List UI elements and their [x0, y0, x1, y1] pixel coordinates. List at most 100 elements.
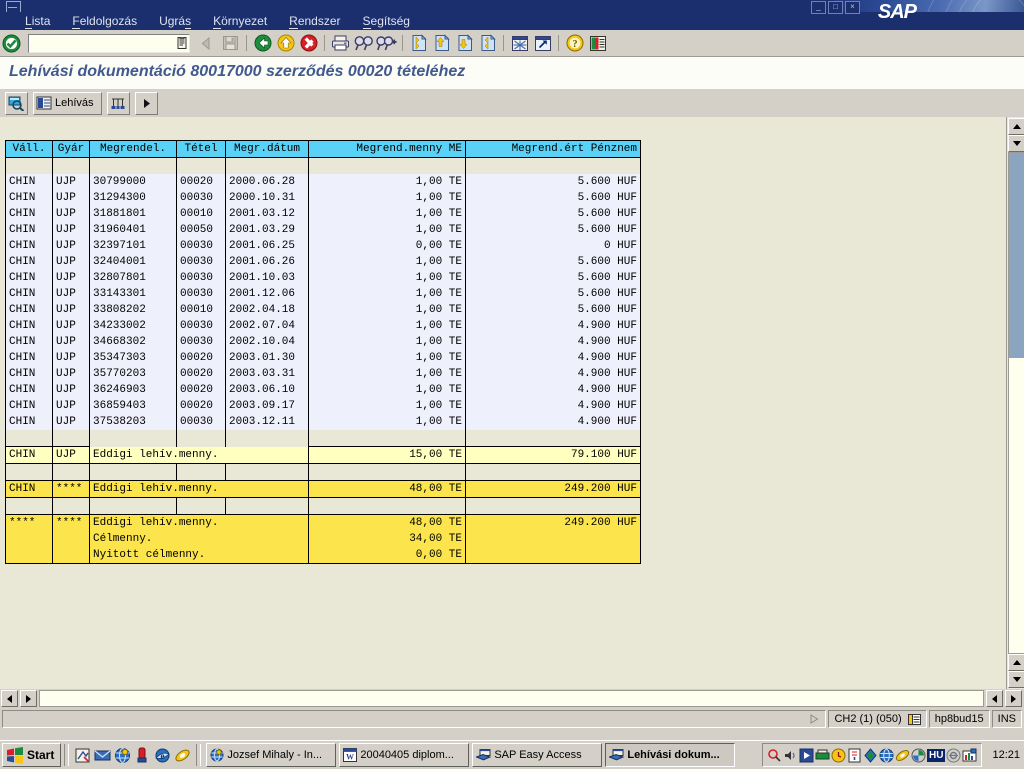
media-icon[interactable]	[134, 747, 151, 764]
col-header-gyar[interactable]: Gyár	[52, 140, 90, 158]
taskbtn-word-doc[interactable]: W 20040405 diplom...	[339, 743, 470, 767]
scroll-down-button[interactable]	[1008, 671, 1024, 688]
tray-shield-icon[interactable]	[911, 748, 926, 763]
scroll-page-down-button[interactable]	[1008, 654, 1024, 671]
grand-total-row[interactable]: Nyitott célmenny. 0,00 TE	[5, 547, 641, 564]
tray-network-icon[interactable]	[863, 747, 878, 763]
status-expand-icon[interactable]	[810, 714, 819, 724]
vertical-scroll-track[interactable]	[1008, 152, 1024, 654]
col-header-menny[interactable]: Megrend.menny ME	[308, 140, 466, 158]
netscape-icon[interactable]	[174, 747, 191, 764]
table-row[interactable]: CHIN UJP 35347303 00020 2003.01.30 1,00 TE 4.9…	[5, 350, 641, 366]
horizontal-scrollbar[interactable]	[0, 689, 1024, 708]
tray-printer-icon[interactable]	[815, 748, 830, 763]
scroll-page-up-button[interactable]	[1008, 135, 1024, 152]
horizontal-scroll-track[interactable]	[39, 690, 984, 707]
table-row[interactable]: CHIN UJP 31881801 00010 2001.03.12 1,00 TE 5.6…	[5, 206, 641, 222]
tray-clock-app-icon[interactable]	[831, 748, 846, 763]
table-row[interactable]: CHIN UJP 33808202 00010 2002.04.18 1,00 TE 5.6…	[5, 302, 641, 318]
command-field[interactable]	[28, 33, 190, 53]
tray-notes-icon[interactable]	[847, 748, 862, 763]
find-icon[interactable]	[353, 33, 374, 53]
col-header-ertek[interactable]: Megrend.ért Pénznem	[465, 140, 641, 158]
table-row[interactable]: CHIN UJP 33143301 00030 2001.12.06 1,00 TE 5.6…	[5, 286, 641, 302]
vertical-scrollbar[interactable]	[1006, 117, 1024, 689]
last-page-icon[interactable]	[477, 33, 498, 53]
menu-item-lista[interactable]: Lista	[14, 14, 61, 29]
grand-total-row[interactable]: **** **** Eddigi lehív.menny. 48,00 TE 249.2…	[5, 514, 641, 531]
table-row[interactable]: CHIN UJP 37538203 00030 2003.12.11 1,00 TE 4.9…	[5, 414, 641, 430]
tray-disabled-icon[interactable]	[946, 748, 961, 763]
table-row[interactable]: CHIN UJP 32807801 00030 2001.10.03 1,00 TE 5.6…	[5, 270, 641, 286]
tray-globe-icon[interactable]	[879, 748, 894, 763]
status-host-field[interactable]: hp8bud15	[928, 710, 990, 728]
menu-item-ugras[interactable]: Ugrás	[148, 14, 202, 29]
table-row[interactable]: CHIN UJP 34233002 00030 2002.07.04 1,00 TE 4.9…	[5, 318, 641, 334]
browser-globe-icon[interactable]	[114, 747, 131, 764]
status-servers-icon[interactable]	[907, 713, 921, 725]
tray-comet-icon[interactable]	[895, 748, 910, 763]
table-row[interactable]: CHIN UJP 34668302 00030 2002.10.04 1,00 TE 4.9…	[5, 334, 641, 350]
taskbtn-lehivasi-dokum[interactable]: Lehívási dokum...	[605, 743, 736, 767]
tray-chart-icon[interactable]	[962, 748, 977, 763]
subtotal-row-plant[interactable]: CHIN UJP Eddigi lehív.menny. 15,00 TE 79.100…	[5, 446, 641, 464]
status-system-field[interactable]: CH2 (1) (050)	[828, 710, 927, 728]
lehivas-button[interactable]: Lehívás	[33, 91, 102, 115]
back-green-icon[interactable]	[252, 33, 273, 53]
minimize-button[interactable]: _	[811, 1, 826, 14]
exit-yellow-icon[interactable]	[275, 33, 296, 53]
table-row[interactable]: CHIN UJP 32404001 00030 2001.06.26 1,00 TE 5.6…	[5, 254, 641, 270]
internet-explorer-icon[interactable]: e	[154, 747, 171, 764]
cancel-red-icon[interactable]	[298, 33, 319, 53]
tray-media-play-icon[interactable]	[799, 748, 814, 763]
vertical-scroll-thumb[interactable]	[1009, 153, 1024, 358]
table-row[interactable]: CHIN UJP 32397101 00030 2001.06.25 0,00 TE 0 H…	[5, 238, 641, 254]
scroll-page-right-button[interactable]	[986, 690, 1003, 707]
col-header-megrendel[interactable]: Megrendel.	[89, 140, 177, 158]
scroll-up-button[interactable]	[1008, 118, 1024, 135]
col-header-tetel[interactable]: Tétel	[176, 140, 226, 158]
menu-item-rendszer[interactable]: Rendszer	[278, 14, 351, 29]
new-session-icon[interactable]	[509, 33, 530, 53]
first-page-icon[interactable]	[408, 33, 429, 53]
tray-magnifier-icon[interactable]	[767, 748, 782, 763]
scroll-page-left-button[interactable]	[20, 690, 37, 707]
table-row[interactable]: CHIN UJP 30799000 00020 2000.06.28 1,00 TE 5.6…	[5, 174, 641, 190]
table-row[interactable]: CHIN UJP 31960401 00050 2001.03.29 1,00 TE 5.6…	[5, 222, 641, 238]
col-header-vall[interactable]: Váll.	[5, 140, 53, 158]
table-row[interactable]: CHIN UJP 36859403 00020 2003.09.17 1,00 TE 4.9…	[5, 398, 641, 414]
mail-icon[interactable]	[94, 747, 111, 764]
print-icon[interactable]	[330, 33, 351, 53]
taskbtn-sap-easy-access[interactable]: SAP Easy Access	[472, 743, 603, 767]
tray-volume-icon[interactable]	[783, 748, 798, 763]
prev-page-icon[interactable]	[431, 33, 452, 53]
table-row[interactable]: CHIN UJP 35770203 00020 2003.03.31 1,00 TE 4.9…	[5, 366, 641, 382]
table-row[interactable]: CHIN UJP 31294300 00030 2000.10.31 1,00 TE 5.6…	[5, 190, 641, 206]
scroll-right-button[interactable]	[1005, 690, 1022, 707]
taskbar-clock[interactable]: 12:21	[984, 749, 1024, 761]
command-input[interactable]	[29, 35, 171, 51]
command-history-icon[interactable]	[177, 36, 187, 49]
detail-button[interactable]	[5, 91, 28, 115]
find-next-icon[interactable]	[376, 33, 397, 53]
show-desktop-icon[interactable]	[74, 747, 91, 764]
table-row[interactable]: CHIN UJP 36246903 00020 2003.06.10 1,00 TE 4.9…	[5, 382, 641, 398]
status-insert-mode[interactable]: INS	[991, 710, 1022, 728]
subtotal-row-company[interactable]: CHIN **** Eddigi lehív.menny. 48,00 TE 249.2…	[5, 480, 641, 498]
tray-language-hu-icon[interactable]: HU	[927, 748, 946, 762]
menu-item-segitseg[interactable]: Segítség	[352, 14, 421, 29]
menu-item-kornyezet[interactable]: Környezet	[202, 14, 278, 29]
grand-total-row[interactable]: Célmenny. 34,00 TE	[5, 531, 641, 547]
help-icon[interactable]: ?	[564, 33, 585, 53]
start-button[interactable]: Start	[2, 743, 62, 767]
sort-button[interactable]	[106, 91, 130, 115]
menu-item-feldolgozas[interactable]: Feldolgozás	[61, 14, 148, 29]
next-page-icon[interactable]	[454, 33, 475, 53]
col-header-datum[interactable]: Megr.dátum	[225, 140, 309, 158]
maximize-button[interactable]: □	[828, 1, 843, 14]
shortcut-icon[interactable]	[532, 33, 553, 53]
more-button[interactable]	[134, 91, 158, 115]
layout-menu-icon[interactable]	[587, 33, 608, 53]
close-button[interactable]: ×	[845, 1, 860, 14]
enter-icon[interactable]	[1, 33, 22, 53]
